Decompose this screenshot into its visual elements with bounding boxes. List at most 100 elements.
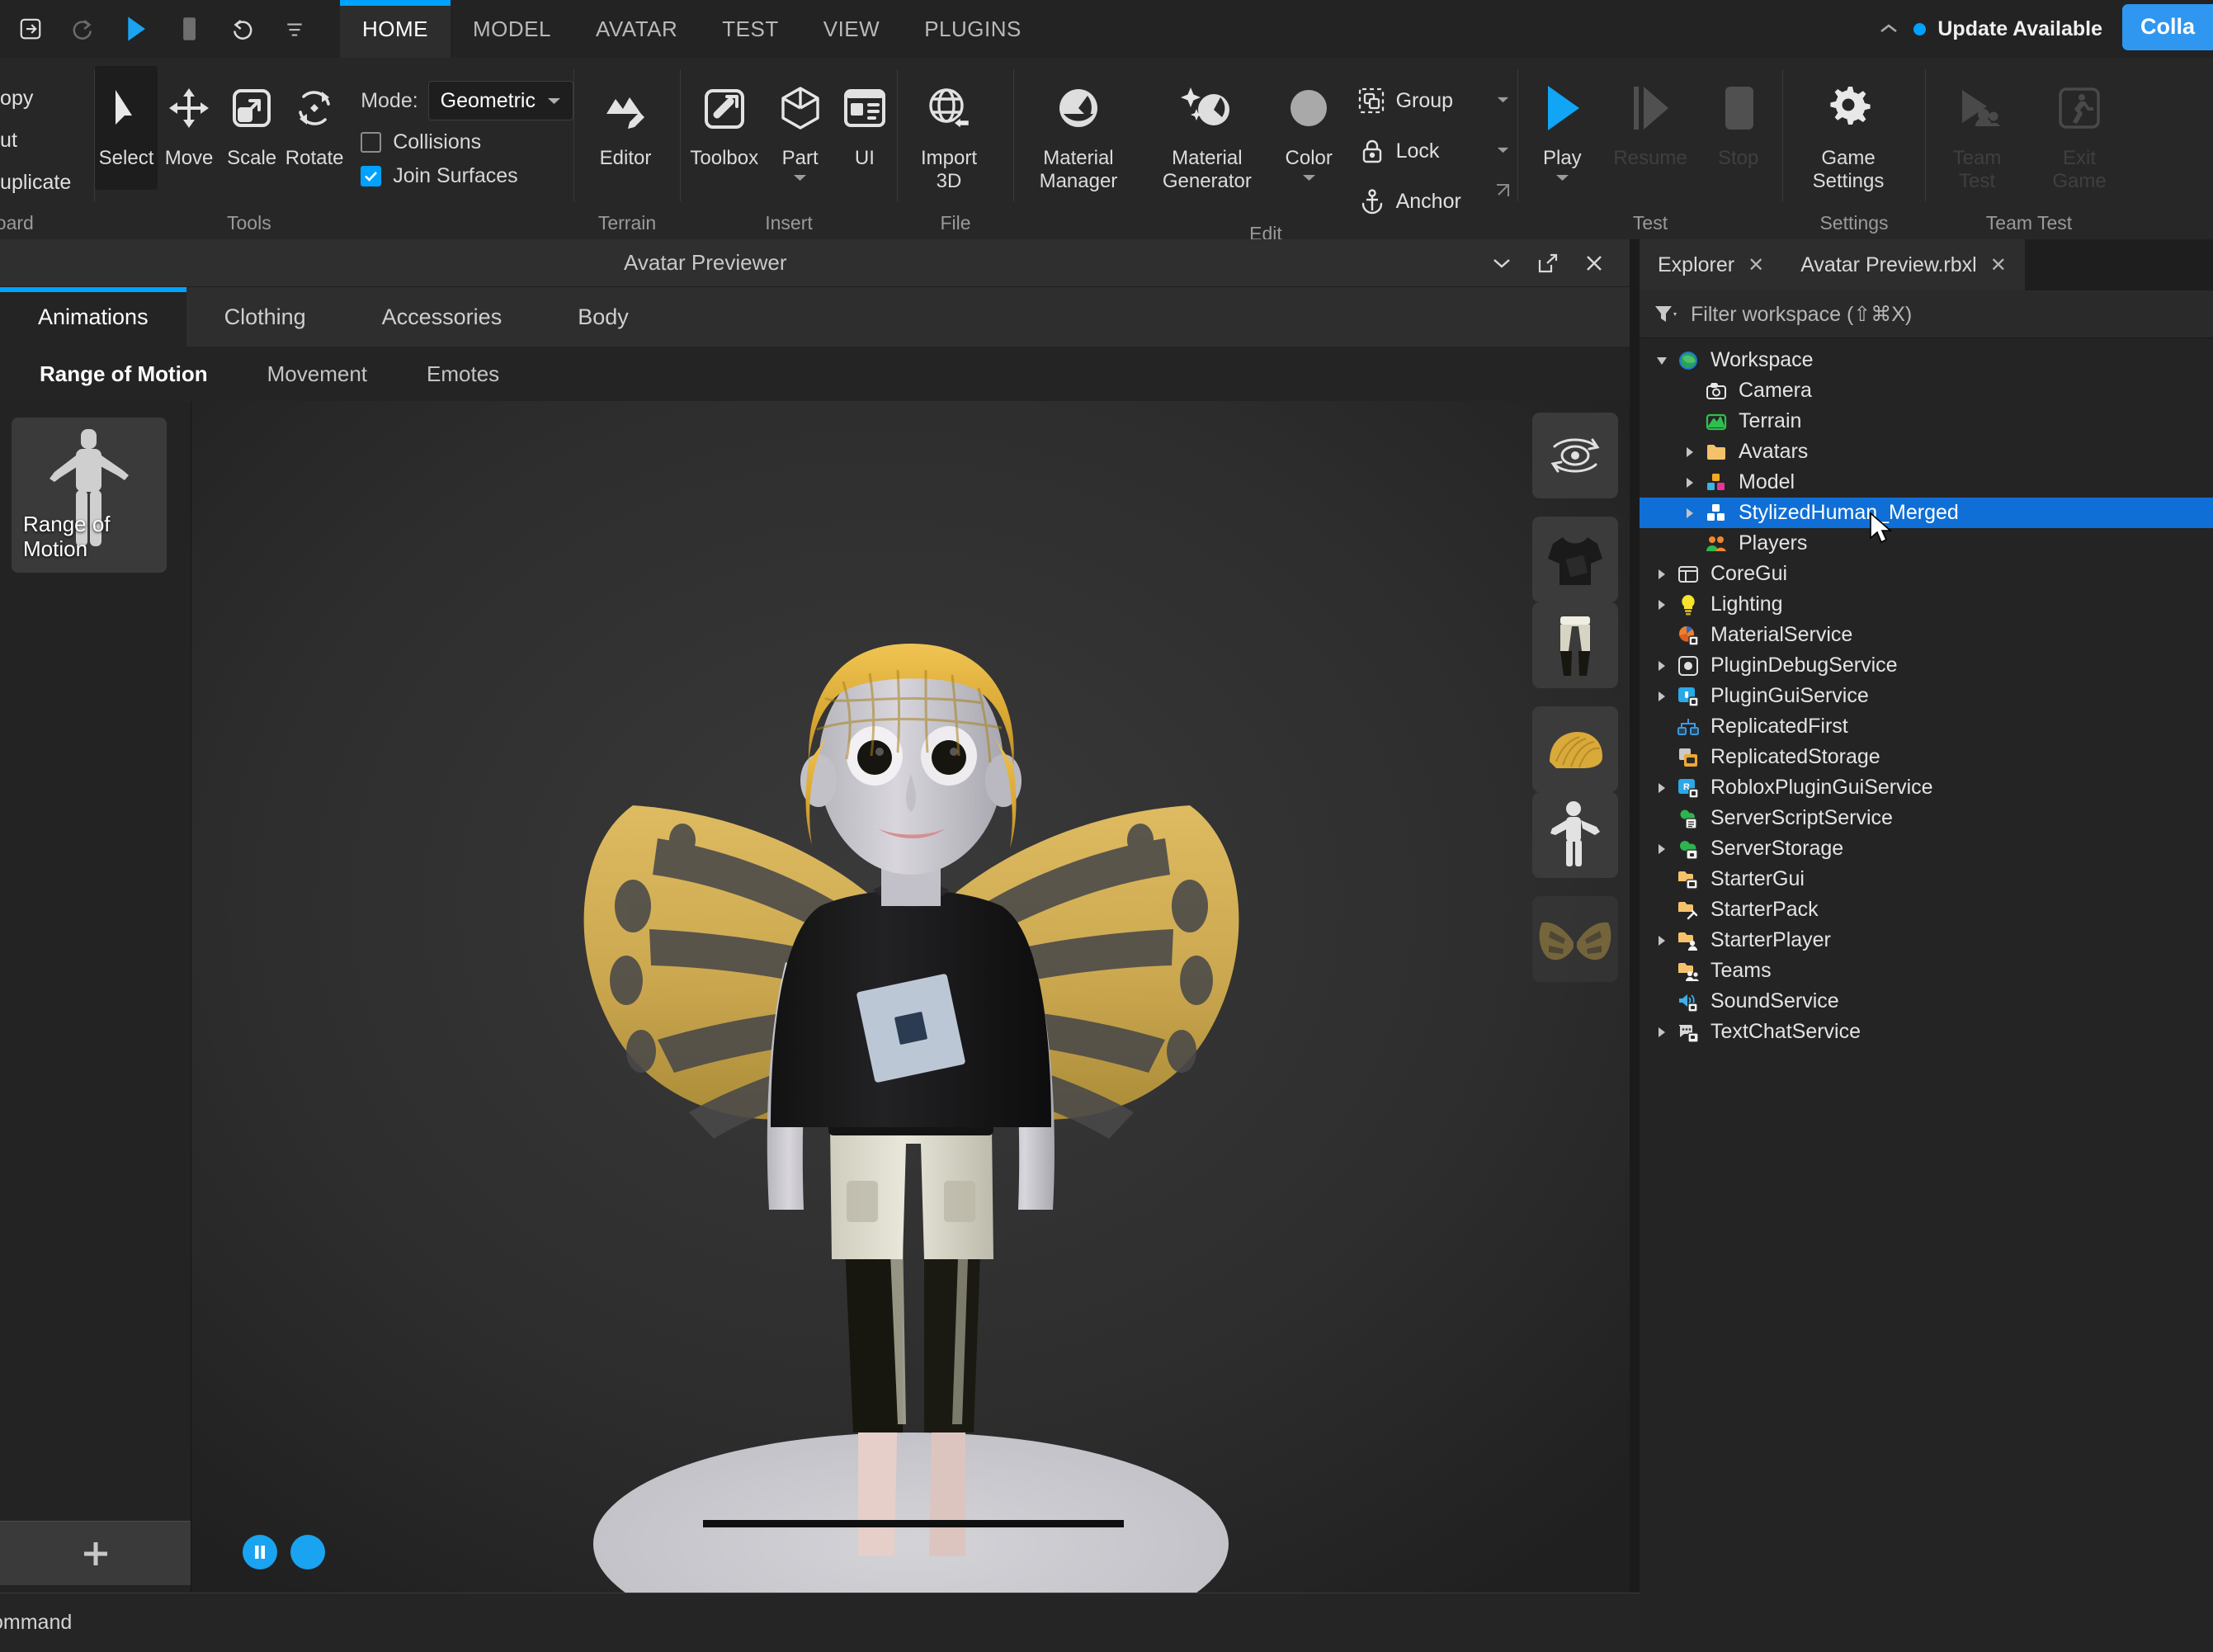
update-available-button[interactable]: Update Available bbox=[1905, 17, 2122, 41]
chevron-right-icon[interactable] bbox=[1649, 689, 1674, 704]
tree-item-stylizedhuman-merged[interactable]: StylizedHuman_Merged bbox=[1640, 498, 2213, 544]
subtab-movement[interactable]: Movement bbox=[238, 361, 397, 387]
cut-button[interactable]: Cut bbox=[0, 120, 94, 162]
color-button[interactable]: Color bbox=[1272, 66, 1347, 190]
tab-plugins[interactable]: PLUGINS bbox=[902, 0, 1044, 58]
tab-home[interactable]: HOME bbox=[340, 0, 451, 58]
join-surfaces-checkbox[interactable]: Join Surfaces bbox=[361, 164, 573, 188]
import-3d-button[interactable]: Import 3D bbox=[898, 66, 1000, 194]
chevron-right-icon[interactable] bbox=[1677, 506, 1702, 521]
chevron-down-icon[interactable] bbox=[1489, 251, 1514, 276]
terrain-editor-button[interactable]: Editor bbox=[574, 66, 677, 190]
tree-item-starterpack[interactable]: StarterPack bbox=[1640, 894, 2213, 925]
duplicate-button[interactable]: Duplicate bbox=[0, 162, 94, 204]
scale-tool-button[interactable]: Scale bbox=[220, 66, 283, 190]
previewer-tab-clothing[interactable]: Clothing bbox=[186, 287, 344, 347]
edit-dialog-launcher-icon[interactable] bbox=[1494, 182, 1511, 203]
tab-avatar[interactable]: AVATAR bbox=[573, 0, 700, 58]
group-caret-icon[interactable] bbox=[1497, 93, 1517, 108]
ui-button[interactable]: UI bbox=[833, 66, 897, 190]
play-icon[interactable] bbox=[120, 13, 152, 45]
pause-button[interactable] bbox=[243, 1535, 277, 1569]
chevron-right-icon[interactable] bbox=[1649, 781, 1674, 795]
orbit-camera-button[interactable] bbox=[1532, 413, 1618, 498]
tree-item-model[interactable]: Model bbox=[1640, 467, 2213, 498]
pants-thumbnail[interactable] bbox=[1532, 602, 1618, 688]
mode-select[interactable]: Geometric bbox=[427, 81, 573, 120]
chevron-right-icon[interactable] bbox=[1649, 933, 1674, 948]
tree-item-robloxpluginguiservice[interactable]: R RobloxPluginGuiService bbox=[1640, 772, 2213, 803]
chevron-right-icon[interactable] bbox=[1677, 445, 1702, 460]
collisions-checkbox[interactable]: Collisions bbox=[361, 130, 573, 154]
body-thumbnail[interactable] bbox=[1532, 792, 1618, 878]
chevron-up-icon[interactable] bbox=[1872, 21, 1905, 36]
tab-model[interactable]: MODEL bbox=[451, 0, 573, 58]
game-settings-button[interactable]: Game Settings bbox=[1783, 66, 1913, 194]
undo-icon[interactable] bbox=[226, 13, 257, 45]
group-button[interactable]: Group bbox=[1358, 79, 1517, 122]
tab-view[interactable]: VIEW bbox=[801, 0, 902, 58]
select-tool-button[interactable]: Select bbox=[95, 66, 158, 190]
close-icon[interactable] bbox=[1582, 251, 1607, 276]
tree-item-camera[interactable]: Camera bbox=[1640, 375, 2213, 406]
explorer-tab[interactable]: Explorer ✕ bbox=[1640, 239, 1783, 290]
redo-icon[interactable] bbox=[68, 13, 99, 45]
tree-item-lighting[interactable]: Lighting bbox=[1640, 589, 2213, 620]
material-generator-button[interactable]: Material Generator bbox=[1143, 66, 1272, 194]
previewer-tab-body[interactable]: Body bbox=[540, 287, 667, 347]
part-caret-icon[interactable] bbox=[793, 172, 807, 186]
part-button[interactable]: Part bbox=[767, 66, 832, 190]
previewer-tab-animations[interactable]: Animations bbox=[0, 287, 186, 347]
chevron-right-icon[interactable] bbox=[1649, 658, 1674, 673]
more-icon[interactable] bbox=[279, 13, 310, 45]
subtab-emotes[interactable]: Emotes bbox=[397, 361, 529, 387]
tree-item-avatars[interactable]: Avatars bbox=[1640, 437, 2213, 467]
popout-icon[interactable] bbox=[1536, 251, 1560, 276]
filter-workspace-input[interactable]: Filter workspace (⇧⌘X) bbox=[1691, 302, 1912, 327]
chevron-right-icon[interactable] bbox=[1649, 842, 1674, 857]
toolbox-button[interactable]: Toolbox bbox=[681, 66, 767, 190]
chevron-right-icon[interactable] bbox=[1649, 597, 1674, 612]
lock-caret-icon[interactable] bbox=[1497, 144, 1517, 158]
animation-card-range-of-motion[interactable]: Range of Motion bbox=[12, 418, 167, 573]
tree-item-textchatservice[interactable]: TextChatService bbox=[1640, 1017, 2213, 1047]
tree-item-serverscriptservice[interactable]: ServerScriptService bbox=[1640, 803, 2213, 833]
place-file-tab[interactable]: Avatar Preview.rbxl ✕ bbox=[1782, 239, 2025, 290]
move-tool-button[interactable]: Move bbox=[158, 66, 220, 190]
tree-item-players[interactable]: Players bbox=[1640, 528, 2213, 559]
explorer-tab-close-icon[interactable]: ✕ bbox=[1748, 253, 1764, 277]
subtab-range-of-motion[interactable]: Range of Motion bbox=[10, 361, 238, 387]
material-manager-button[interactable]: Material Manager bbox=[1014, 66, 1143, 194]
tree-item-coregui[interactable]: CoreGui bbox=[1640, 559, 2213, 589]
chevron-right-icon[interactable] bbox=[1649, 1025, 1674, 1040]
hair-thumbnail[interactable] bbox=[1532, 706, 1618, 792]
chevron-down-icon[interactable] bbox=[1649, 354, 1674, 367]
lock-button[interactable]: Lock bbox=[1358, 130, 1517, 172]
add-animation-button[interactable] bbox=[0, 1521, 191, 1585]
tree-item-starterplayer[interactable]: StarterPlayer bbox=[1640, 925, 2213, 956]
tshirt-thumbnail[interactable] bbox=[1532, 517, 1618, 602]
chevron-right-icon[interactable] bbox=[1677, 475, 1702, 490]
tree-item-replicatedstorage[interactable]: ReplicatedStorage bbox=[1640, 742, 2213, 772]
color-caret-icon[interactable] bbox=[1302, 172, 1316, 186]
wings-thumbnail[interactable] bbox=[1532, 896, 1618, 982]
record-button[interactable] bbox=[290, 1535, 325, 1569]
tree-item-serverstorage[interactable]: ServerStorage bbox=[1640, 833, 2213, 864]
explorer-filter-row[interactable]: Filter workspace (⇧⌘X) bbox=[1640, 290, 2213, 338]
tree-item-materialservice[interactable]: MaterialService bbox=[1640, 620, 2213, 650]
export-icon[interactable] bbox=[15, 13, 46, 45]
rotate-tool-button[interactable]: Rotate bbox=[283, 66, 346, 190]
anchor-button[interactable]: Anchor bbox=[1358, 180, 1517, 223]
tree-item-replicatedfirst[interactable]: ReplicatedFirst bbox=[1640, 711, 2213, 742]
tree-item-teams[interactable]: Teams bbox=[1640, 956, 2213, 986]
tree-item-plugindebugservice[interactable]: PluginDebugService bbox=[1640, 650, 2213, 681]
tree-item-pluginguiservice[interactable]: PluginGuiService bbox=[1640, 681, 2213, 711]
tree-item-workspace[interactable]: Workspace bbox=[1640, 345, 2213, 375]
collaborate-button[interactable]: Colla bbox=[2121, 3, 2213, 50]
tree-item-soundservice[interactable]: SoundService bbox=[1640, 986, 2213, 1017]
tree-item-startergui[interactable]: StarterGui bbox=[1640, 864, 2213, 894]
play-button[interactable]: Play bbox=[1518, 66, 1607, 190]
previewer-tab-accessories[interactable]: Accessories bbox=[344, 287, 540, 347]
stop-icon[interactable] bbox=[173, 13, 205, 45]
chevron-right-icon[interactable] bbox=[1649, 567, 1674, 582]
